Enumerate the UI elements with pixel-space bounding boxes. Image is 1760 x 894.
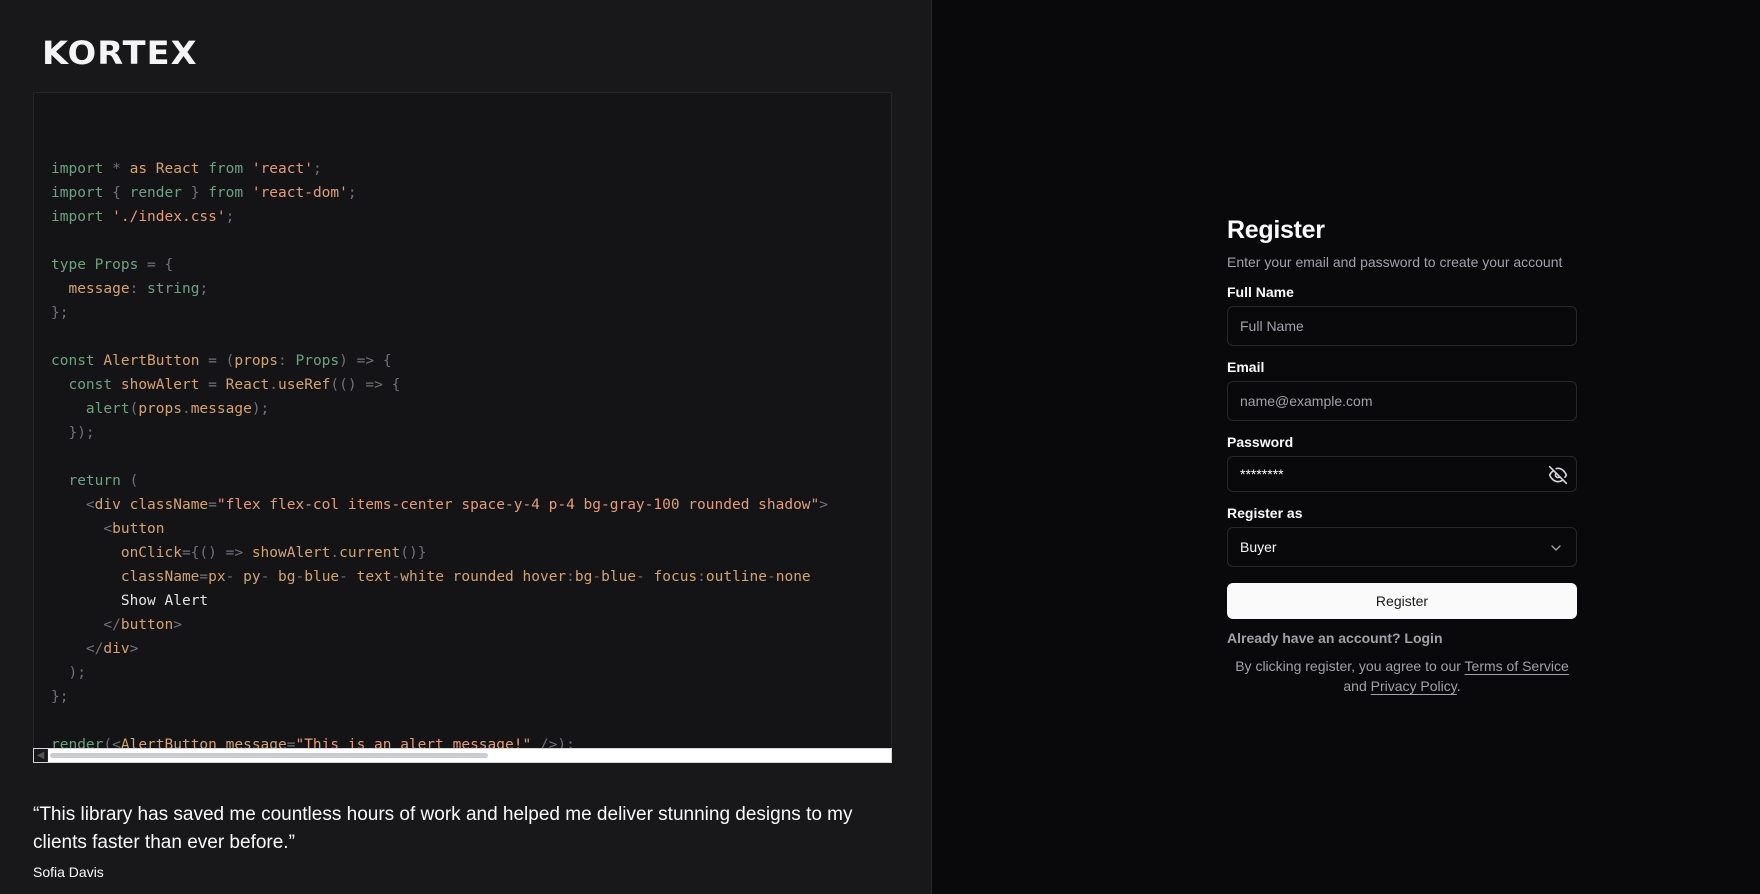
code-block: ​ import * as React from 'react'; import {… bbox=[51, 133, 828, 757]
code-line: </button> bbox=[103, 617, 182, 633]
code-line: import { render } from 'react-dom'; bbox=[51, 185, 357, 201]
form-subtitle: Enter your email and password to create … bbox=[1227, 254, 1563, 270]
terms-suffix: . bbox=[1456, 678, 1461, 694]
privacy-policy-link[interactable]: Privacy Policy bbox=[1371, 678, 1457, 694]
code-line: message: string; bbox=[68, 281, 209, 297]
terms-middle: and bbox=[1343, 678, 1371, 694]
code-line: const AlertButton = (props: Props) => { bbox=[51, 353, 392, 369]
code-line: ​ bbox=[51, 133, 828, 157]
eye-off-icon[interactable] bbox=[1548, 465, 1568, 485]
code-line: ​ bbox=[51, 325, 828, 349]
login-link[interactable]: Already have an account? Login bbox=[1227, 630, 1577, 646]
page-root: KORTEX ​ import * as React from 'react'; i… bbox=[0, 0, 1760, 894]
full-name-input[interactable] bbox=[1228, 307, 1576, 345]
email-field-wrapper bbox=[1227, 381, 1577, 421]
code-line: alert(props.message); bbox=[85, 401, 270, 417]
scrollbar-thumb[interactable] bbox=[50, 753, 489, 758]
showcase-panel: KORTEX ​ import * as React from 'react'; i… bbox=[0, 0, 980, 894]
code-line: className=px- py- bg-blue- text-white ro… bbox=[120, 569, 811, 585]
code-line: ​ bbox=[51, 229, 828, 253]
email-label: Email bbox=[1227, 359, 1265, 375]
code-line: }; bbox=[51, 305, 69, 321]
terms-of-service-link[interactable]: Terms of Service bbox=[1465, 658, 1569, 674]
register-as-select[interactable]: Buyer bbox=[1227, 527, 1577, 567]
code-line: ); bbox=[68, 665, 86, 681]
brand-logo[interactable]: KORTEX bbox=[42, 34, 198, 72]
password-field-wrapper bbox=[1227, 456, 1577, 492]
code-line: return ( bbox=[68, 473, 139, 489]
role-group: Register as Buyer bbox=[1227, 505, 1577, 567]
testimonial-quote: “This library has saved me countless hou… bbox=[33, 804, 853, 853]
code-preview[interactable]: ​ import * as React from 'react'; import {… bbox=[33, 93, 892, 763]
password-group: Password bbox=[1227, 434, 1577, 492]
full-name-field-wrapper bbox=[1227, 306, 1577, 346]
email-group: Email bbox=[1227, 359, 1577, 421]
password-label: Password bbox=[1227, 434, 1294, 450]
code-line: import * as React from 'react'; bbox=[51, 161, 322, 177]
register-as-label: Register as bbox=[1227, 505, 1303, 521]
code-horizontal-scrollbar[interactable]: ◀ ▶ bbox=[33, 748, 980, 763]
code-line: const showAlert = React.useRef(() => { bbox=[68, 377, 401, 393]
testimonial-author: Sofia Davis bbox=[33, 864, 104, 880]
register-as-value: Buyer bbox=[1240, 539, 1277, 555]
register-button[interactable]: Register bbox=[1227, 583, 1577, 619]
code-line: type Props = { bbox=[51, 257, 174, 273]
code-line: import './index.css'; bbox=[51, 209, 235, 225]
code-line: </div> bbox=[85, 641, 139, 657]
code-line: ​ bbox=[51, 445, 828, 469]
code-line: Show Alert bbox=[120, 593, 209, 609]
scroll-left-icon[interactable]: ◀ bbox=[34, 749, 48, 762]
code-line: ​ bbox=[51, 709, 828, 733]
full-name-group: Full Name bbox=[1227, 284, 1577, 346]
page-title: Register bbox=[1227, 216, 1325, 244]
code-line: onClick={() => showAlert.current()} bbox=[120, 545, 427, 561]
email-input[interactable] bbox=[1228, 382, 1576, 420]
code-line: }; bbox=[51, 689, 69, 705]
code-line: <div className="flex flex-col items-cent… bbox=[85, 497, 828, 513]
terms-notice: By clicking register, you agree to our T… bbox=[1227, 656, 1577, 696]
code-line: <button bbox=[103, 521, 165, 537]
full-name-label: Full Name bbox=[1227, 284, 1294, 300]
chevron-down-icon bbox=[1551, 545, 1561, 551]
terms-prefix: By clicking register, you agree to our bbox=[1235, 658, 1465, 674]
code-line: }); bbox=[68, 425, 95, 441]
register-form: Register Enter your email and password t… bbox=[1227, 216, 1577, 696]
password-input[interactable] bbox=[1228, 457, 1576, 491]
